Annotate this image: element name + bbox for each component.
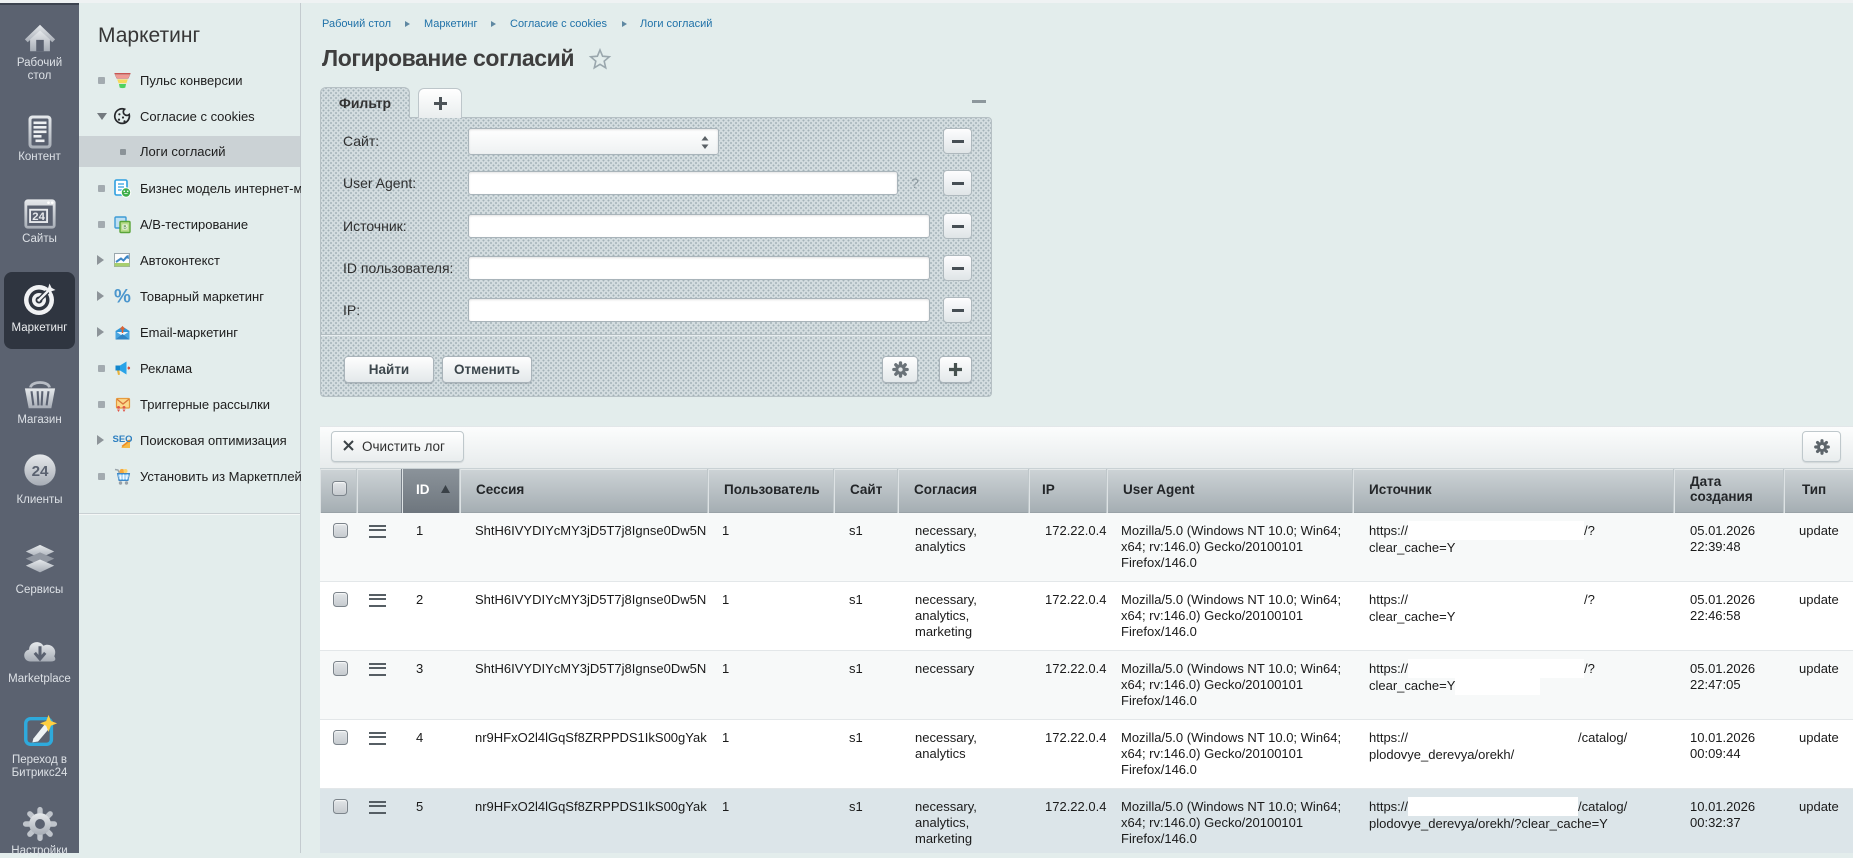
svg-text:SEO: SEO (113, 434, 132, 445)
svg-text:24: 24 (31, 463, 48, 480)
svg-text:24: 24 (32, 211, 45, 223)
svg-text:%: % (114, 287, 131, 306)
